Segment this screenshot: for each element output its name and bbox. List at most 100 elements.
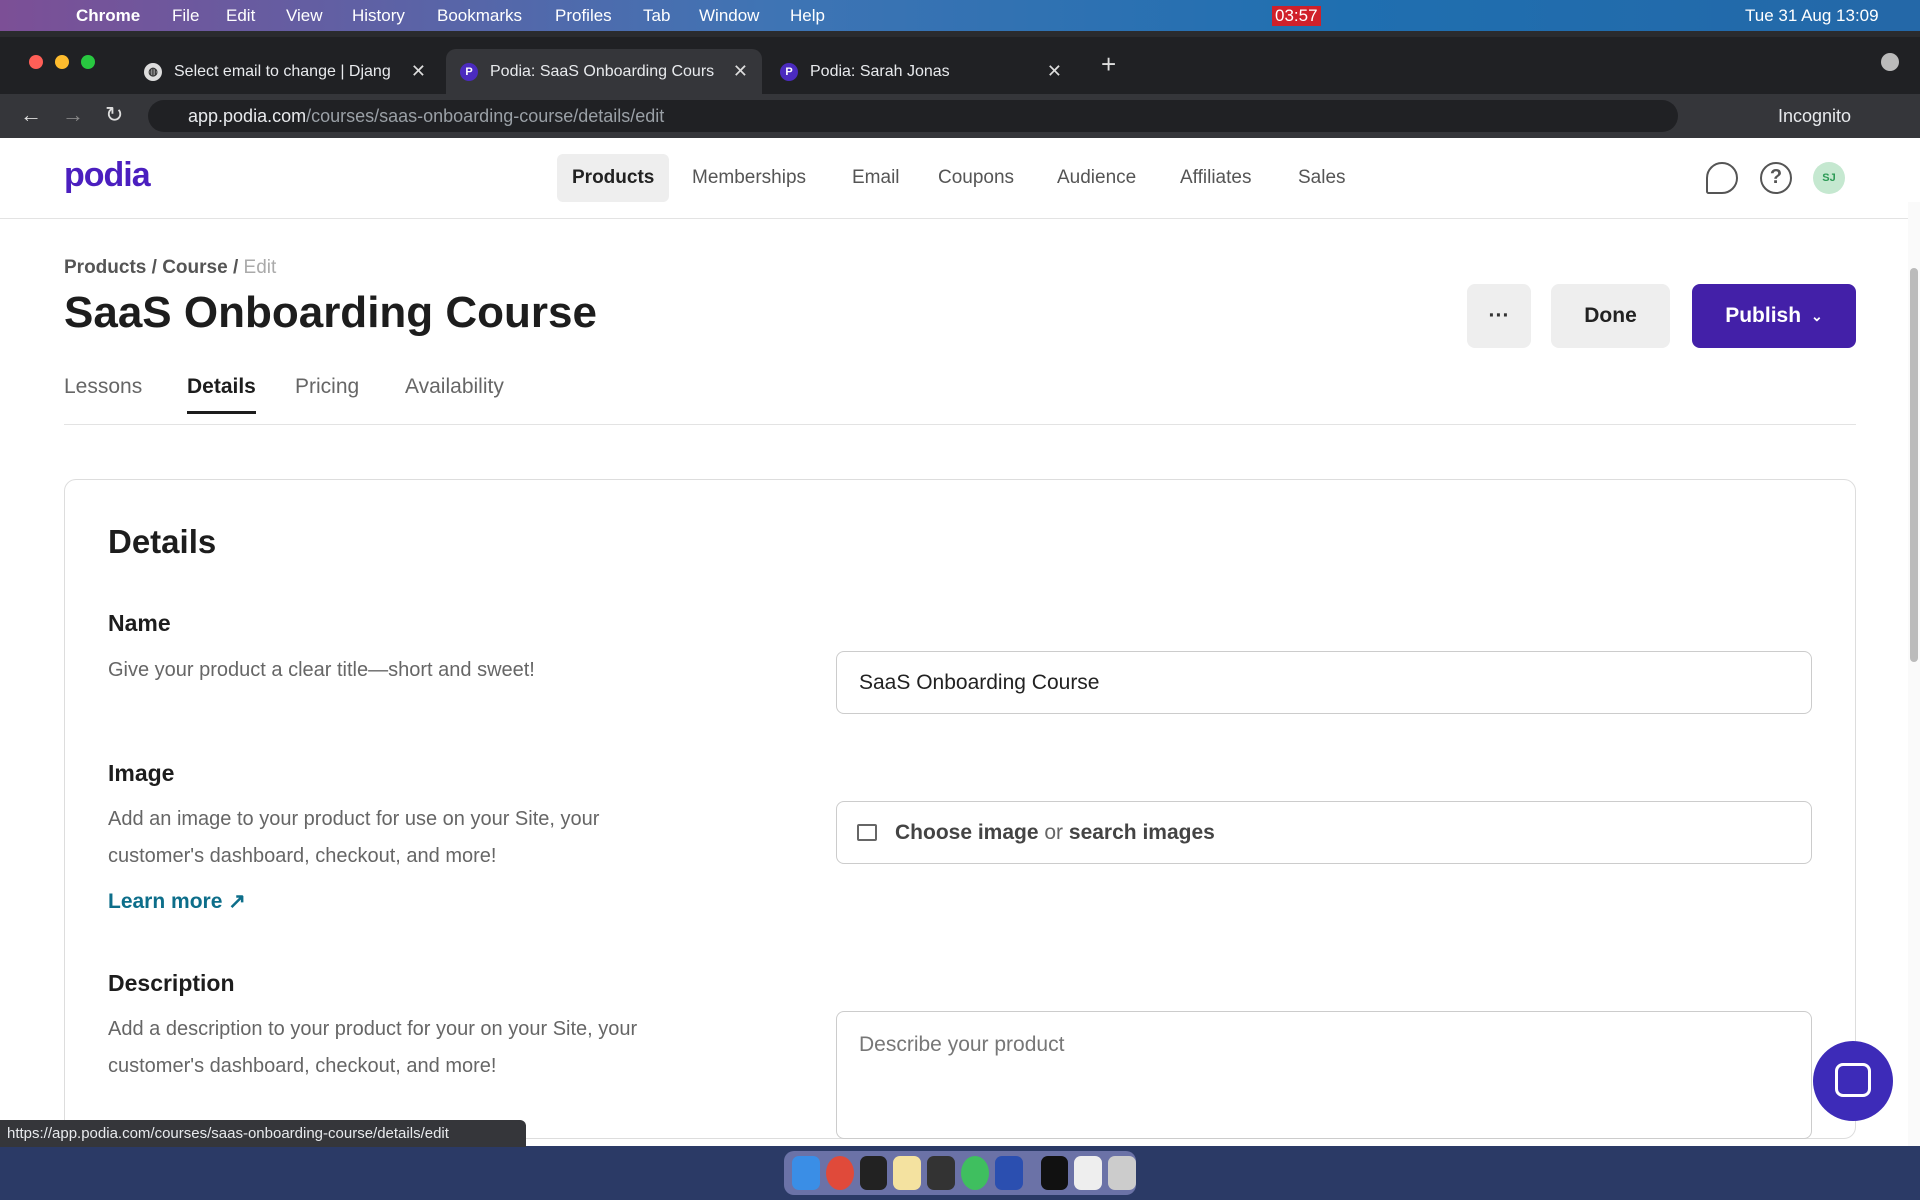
address-bar[interactable]: app.podia.com/courses/saas-onboarding-co…: [148, 100, 1678, 132]
close-tab-icon[interactable]: ✕: [733, 61, 748, 82]
url-host: app.podia.com: [188, 106, 307, 126]
breadcrumb-edit: Edit: [243, 257, 277, 278]
close-tab-icon[interactable]: ✕: [1047, 61, 1062, 82]
scrollbar[interactable]: [1908, 202, 1920, 1146]
menu-edit[interactable]: Edit: [226, 6, 255, 26]
name-help: Give your product a clear title—short an…: [108, 659, 535, 681]
clock[interactable]: Tue 31 Aug 13:09: [1745, 6, 1879, 26]
trash-icon[interactable]: [1108, 1156, 1136, 1190]
breadcrumb: Products / Course / Edit: [64, 257, 276, 279]
chrome-icon[interactable]: [825, 1156, 854, 1190]
minimize-window-button[interactable]: [55, 55, 69, 69]
tabs-divider: [64, 424, 1856, 425]
page-content: podia Products Memberships Email Coupons…: [0, 138, 1920, 1146]
name-label: Name: [108, 610, 171, 636]
menu-window[interactable]: Window: [699, 6, 759, 26]
tab-title: Podia: SaaS Onboarding Cours: [490, 62, 715, 80]
avatar[interactable]: SJ: [1813, 162, 1845, 194]
notes-icon[interactable]: [893, 1156, 922, 1190]
podia-favicon: P: [780, 62, 798, 81]
nav-affiliates[interactable]: Affiliates: [1165, 154, 1266, 202]
nav-sales[interactable]: Sales: [1283, 154, 1361, 202]
search-images-link[interactable]: search images: [1069, 821, 1215, 844]
tab-strip: ◍ Select email to change | Djang ✕ P Podia:…: [0, 31, 1920, 94]
terminal-icon[interactable]: [859, 1156, 888, 1190]
menu-help[interactable]: Help: [790, 6, 825, 26]
separator: /: [146, 257, 163, 278]
nav-products[interactable]: Products: [557, 154, 670, 202]
nav-audience[interactable]: Audience: [1042, 154, 1151, 202]
help-icon[interactable]: ?: [1760, 162, 1792, 194]
podia-favicon: P: [460, 62, 478, 81]
tab-podia-course[interactable]: P Podia: SaaS Onboarding Cours ✕: [446, 49, 762, 94]
image-picker: Choose image or search images: [836, 801, 1812, 864]
spotify-icon[interactable]: [960, 1156, 989, 1190]
menu-history[interactable]: History: [352, 6, 405, 26]
page-title: SaaS Onboarding Course: [64, 288, 597, 337]
breadcrumb-products[interactable]: Products: [64, 257, 146, 278]
done-button[interactable]: Done: [1551, 284, 1670, 348]
tab-details[interactable]: Details: [187, 375, 256, 414]
url-path: /courses/saas-onboarding-course/details/…: [306, 106, 665, 126]
description-textarea[interactable]: Describe your product: [836, 1011, 1812, 1139]
choose-image-link[interactable]: Choose image: [895, 821, 1039, 844]
nav-email[interactable]: Email: [837, 154, 915, 202]
breadcrumb-course[interactable]: Course: [162, 257, 227, 278]
new-tab-button[interactable]: +: [1101, 49, 1116, 80]
image-icon: [857, 824, 877, 841]
learn-more-link[interactable]: Learn more ↗: [108, 889, 246, 914]
menu-view[interactable]: View: [286, 6, 323, 26]
close-window-button[interactable]: [29, 55, 43, 69]
nav-coupons[interactable]: Coupons: [923, 154, 1029, 202]
tab-podia-sarah[interactable]: P Podia: Sarah Jonas ✕: [766, 49, 1076, 94]
incognito-label: Incognito: [1778, 106, 1852, 126]
chat-bubble-icon: [1835, 1063, 1871, 1097]
app-icon[interactable]: [1040, 1156, 1069, 1190]
finder-icon[interactable]: [792, 1156, 820, 1190]
nav-memberships[interactable]: Memberships: [677, 154, 821, 202]
incognito-badge[interactable]: Incognito: [1742, 100, 1902, 132]
chevron-down-icon: ⌄: [1811, 307, 1823, 324]
tab-title: Select email to change | Djang: [174, 62, 391, 80]
zoom-window-button[interactable]: [81, 55, 95, 69]
support-chat-button[interactable]: [1813, 1041, 1893, 1121]
app-icon[interactable]: [927, 1156, 955, 1190]
image-help: Add an image to your product for use on …: [108, 808, 600, 867]
macos-menu-bar: Chrome File Edit View History Bookmarks …: [0, 0, 1920, 31]
podia-logo[interactable]: podia: [64, 156, 151, 195]
more-options-button[interactable]: ···: [1467, 284, 1531, 348]
globe-icon: ◍: [144, 62, 162, 81]
description-label: Description: [108, 970, 235, 996]
menu-file[interactable]: File: [172, 6, 199, 26]
preview-icon[interactable]: [1074, 1156, 1103, 1190]
dock: [784, 1151, 1136, 1195]
bolt-app-icon[interactable]: [994, 1156, 1023, 1190]
image-label: Image: [108, 760, 175, 786]
forward-button[interactable]: →: [62, 102, 84, 128]
menu-profiles[interactable]: Profiles: [555, 6, 612, 26]
site-header: podia Products Memberships Email Coupons…: [0, 138, 1920, 219]
close-tab-icon[interactable]: ✕: [411, 61, 426, 82]
status-bar-url: https://app.podia.com/courses/saas-onboa…: [0, 1120, 526, 1147]
tab-pricing[interactable]: Pricing: [295, 375, 359, 399]
tab-lessons[interactable]: Lessons: [64, 375, 142, 399]
tab-availability[interactable]: Availability: [405, 375, 504, 399]
description-help: Add a description to your product for yo…: [108, 1018, 638, 1077]
chat-icon[interactable]: [1706, 162, 1738, 194]
menu-tab[interactable]: Tab: [643, 6, 670, 26]
menu-chrome[interactable]: Chrome: [76, 6, 140, 26]
publish-label: Publish: [1725, 304, 1802, 327]
scrollbar-thumb[interactable]: [1910, 268, 1918, 662]
timer[interactable]: 03:57: [1272, 6, 1321, 26]
reload-button[interactable]: ↻: [105, 102, 123, 128]
tab-django[interactable]: ◍ Select email to change | Djang ✕: [130, 49, 440, 94]
or-text: or: [1038, 821, 1069, 844]
details-heading: Details: [108, 523, 217, 560]
tab-search-icon[interactable]: [1881, 53, 1899, 71]
separator: /: [227, 257, 244, 278]
publish-button[interactable]: Publish ⌄: [1692, 284, 1856, 348]
menu-bookmarks[interactable]: Bookmarks: [437, 6, 522, 26]
back-button[interactable]: ←: [20, 102, 42, 128]
tab-title: Podia: Sarah Jonas: [810, 62, 950, 80]
name-input[interactable]: SaaS Onboarding Course: [836, 651, 1812, 714]
